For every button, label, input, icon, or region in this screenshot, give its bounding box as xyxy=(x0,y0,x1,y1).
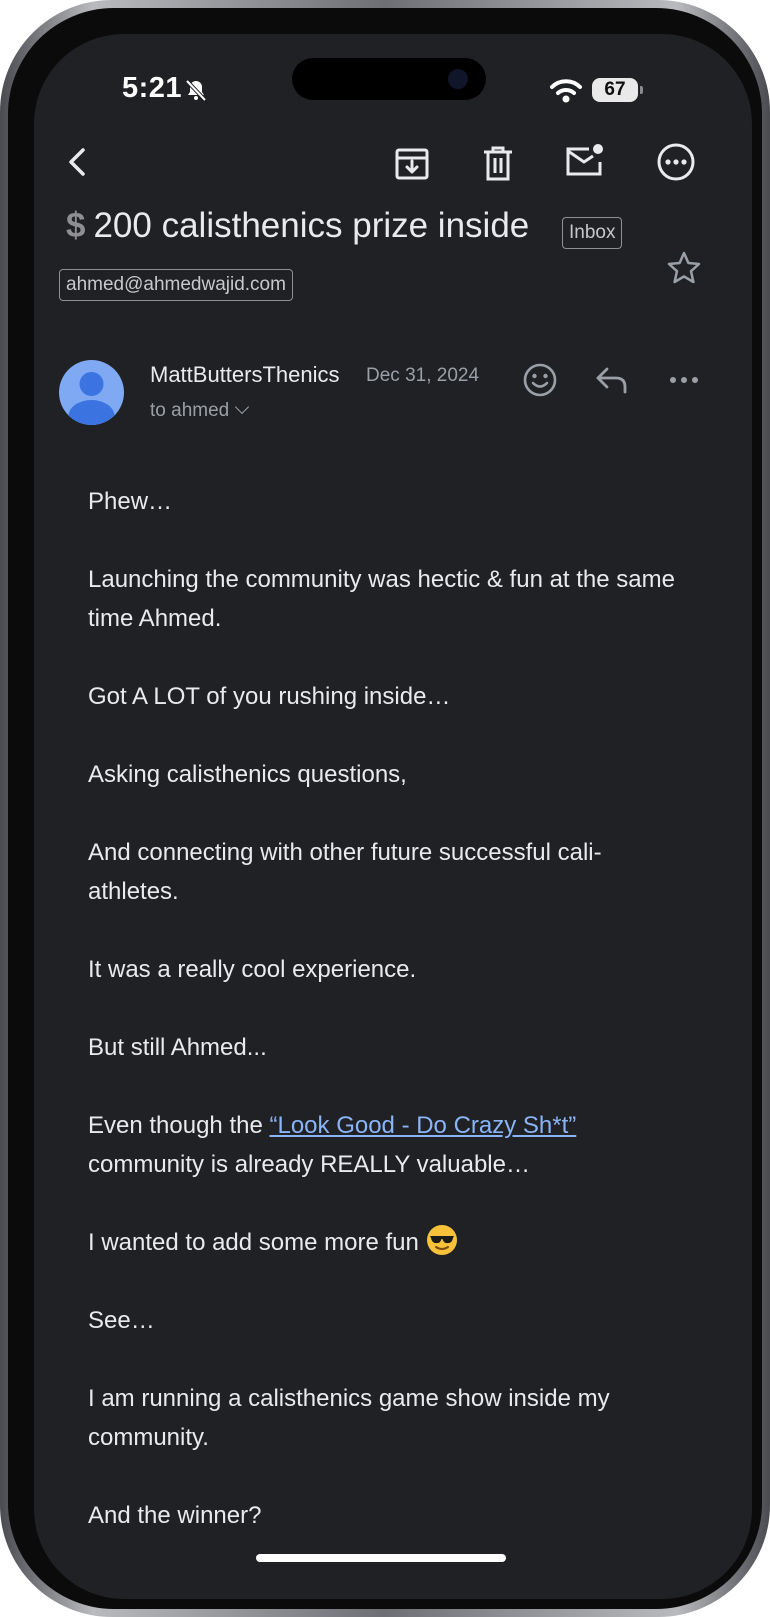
body-paragraph: Asking calisthenics questions, xyxy=(88,761,407,788)
phone-frame: 5:21 67 $ 200 calisthenics prize inside … xyxy=(0,0,770,1617)
community-link[interactable]: “Look Good - Do Crazy Sh*t” xyxy=(269,1112,576,1139)
sunglasses-emoji-icon xyxy=(426,1225,457,1255)
body-paragraph: I wanted to add some more fun xyxy=(88,1223,688,1262)
phone-bezel: 5:21 67 $ 200 calisthenics prize inside … xyxy=(8,8,762,1609)
more-horizontal-icon[interactable] xyxy=(664,368,704,392)
recipient-details[interactable]: to ahmed xyxy=(150,399,250,422)
email-date: Dec 31, 2024 xyxy=(366,365,480,386)
battery-indicator: 67 xyxy=(592,78,643,102)
emoji-reaction-icon[interactable] xyxy=(522,362,558,398)
body-paragraph: I am running a calisthenics game show in… xyxy=(88,1385,610,1451)
dynamic-island xyxy=(292,58,486,100)
body-paragraph: And connecting with other future success… xyxy=(88,839,602,905)
email-label-chip[interactable]: ahmed@ahmedwajid.com xyxy=(59,269,293,301)
body-text: community is already REALLY valuable… xyxy=(88,1151,530,1178)
email-subject: $200 calisthenics prize inside xyxy=(66,206,529,256)
body-paragraph: See… xyxy=(88,1307,155,1334)
bell-slash-icon xyxy=(185,79,207,102)
subject-text: 200 calisthenics prize inside xyxy=(93,206,530,245)
inbox-label-badge[interactable]: Inbox xyxy=(562,217,623,249)
body-paragraph: And the winner? xyxy=(88,1502,262,1529)
reply-icon[interactable] xyxy=(594,364,630,396)
body-paragraph: But still Ahmed... xyxy=(88,1034,267,1061)
recipient-text: to ahmed xyxy=(150,400,230,421)
sender-name[interactable]: MattButtersThenics xyxy=(150,362,340,388)
avatar-icon[interactable] xyxy=(59,360,124,425)
status-time: 5:21 xyxy=(122,72,183,104)
delete-icon[interactable] xyxy=(482,144,514,182)
home-indicator[interactable] xyxy=(256,1554,506,1562)
wifi-icon xyxy=(550,79,582,103)
front-camera xyxy=(448,69,468,89)
chevron-down-icon xyxy=(235,399,250,415)
more-options-icon[interactable] xyxy=(656,142,696,182)
body-paragraph: Got A LOT of you rushing inside… xyxy=(88,683,451,710)
body-text: I wanted to add some more fun xyxy=(88,1229,426,1256)
archive-icon[interactable] xyxy=(394,144,430,182)
dollar-icon: $ xyxy=(66,206,86,245)
body-text: Even though the xyxy=(88,1112,270,1139)
body-paragraph: Launching the community was hectic & fun… xyxy=(88,566,675,632)
body-paragraph: Phew… xyxy=(88,488,173,515)
body-paragraph: Even though the “Look Good - Do Crazy Sh… xyxy=(88,1106,688,1184)
body-paragraph: It was a really cool experience. xyxy=(88,956,417,983)
mark-unread-icon[interactable] xyxy=(565,142,605,178)
screen: 5:21 67 $ 200 calisthenics prize inside … xyxy=(34,34,752,1599)
email-body: Phew… Launching the community was hectic… xyxy=(88,482,688,1574)
star-icon[interactable] xyxy=(666,250,702,286)
back-arrow-icon[interactable] xyxy=(62,142,92,182)
